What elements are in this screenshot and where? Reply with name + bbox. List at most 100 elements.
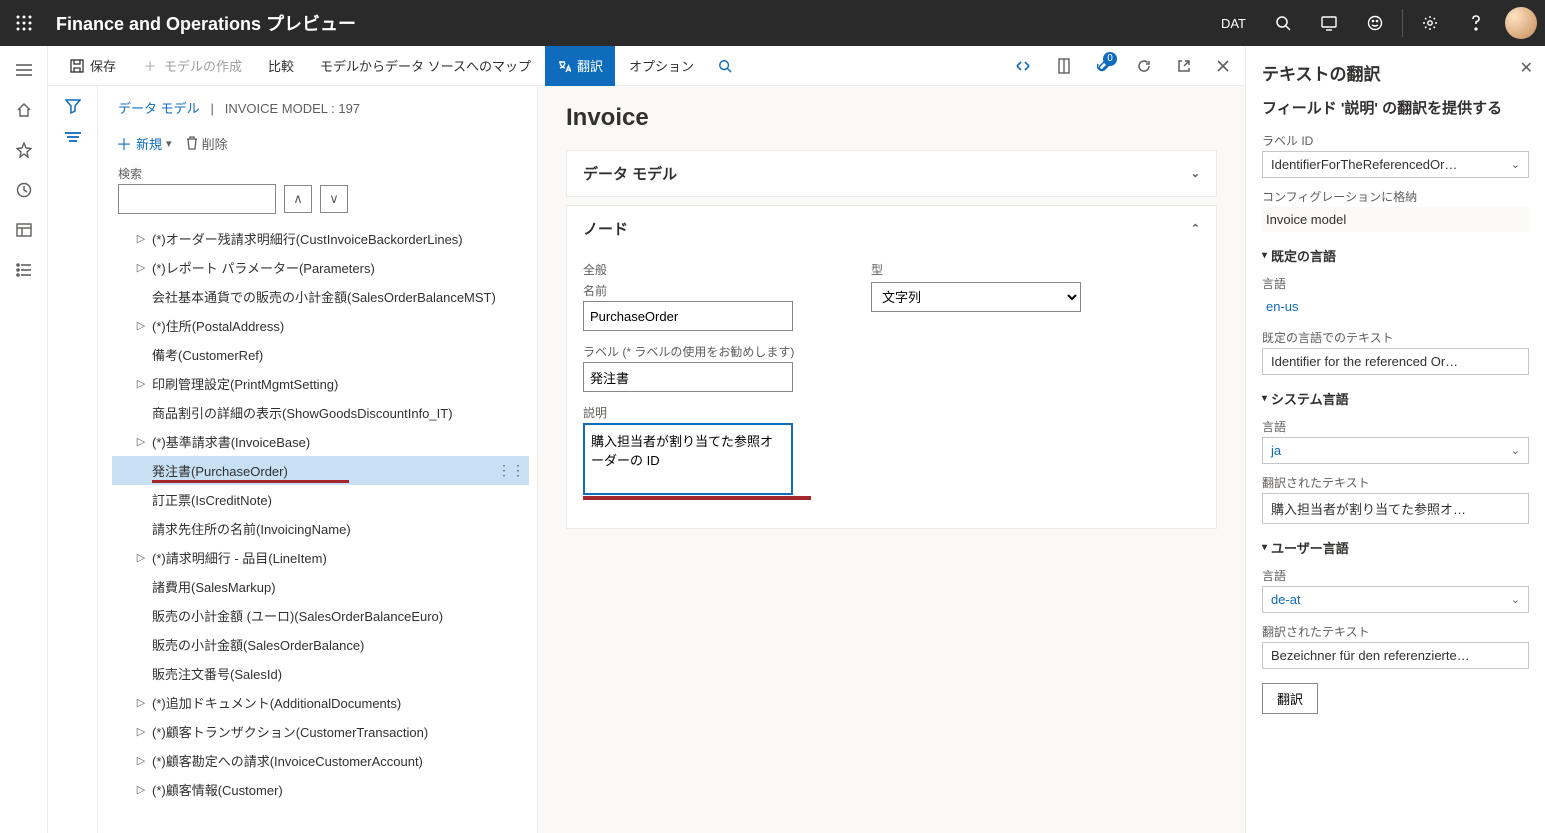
breadcrumb-root[interactable]: データ モデル	[118, 101, 200, 116]
popout-icon[interactable]	[1167, 46, 1201, 86]
list-icon[interactable]	[0, 250, 48, 290]
filter-icon[interactable]	[65, 98, 81, 117]
name-input[interactable]	[583, 301, 793, 331]
home-icon[interactable]	[0, 90, 48, 130]
label-input[interactable]	[583, 362, 793, 392]
tree-item[interactable]: 請求先住所の名前(InvoicingName)	[112, 514, 529, 543]
search-input[interactable]	[118, 184, 276, 214]
label-label: ラベル (* ラベルの使用をお勧めします)	[583, 343, 811, 360]
tree-item[interactable]: 発注書(PurchaseOrder)⋮⋮	[112, 456, 529, 485]
close-form-icon[interactable]	[1207, 46, 1239, 86]
system-lang-section[interactable]: システム言語	[1262, 389, 1529, 408]
tree-item[interactable]: 諸費用(SalesMarkup)	[112, 572, 529, 601]
gear-icon[interactable]	[1407, 0, 1453, 46]
tree-item[interactable]: 備考(CustomerRef)	[112, 340, 529, 369]
expand-icon[interactable]: ▷	[134, 435, 148, 448]
expand-icon[interactable]: ▷	[134, 319, 148, 332]
expand-icon[interactable]: ▷	[134, 754, 148, 767]
attachments-icon[interactable]: 0	[1087, 46, 1121, 86]
tree-item[interactable]: ▷ (*)請求明細行 - 品目(LineItem)	[112, 543, 529, 572]
cmdbar-search-icon[interactable]	[708, 46, 742, 86]
tree-item[interactable]: ▷(*)オーダー残請求明細行(CustInvoiceBackorderLines…	[112, 224, 529, 253]
company-label[interactable]: DAT	[1207, 16, 1260, 31]
type-select[interactable]: 文字列	[871, 282, 1081, 312]
tree-item[interactable]: 商品割引の詳細の表示(ShowGoodsDiscountInfo_IT)	[112, 398, 529, 427]
tree-item-label: 販売注文番号(SalesId)	[152, 664, 282, 683]
clock-icon[interactable]	[0, 170, 48, 210]
tree-item[interactable]: 販売注文番号(SalesId)	[112, 659, 529, 688]
lines-icon[interactable]	[65, 131, 81, 146]
save-button[interactable]: 保存	[58, 46, 128, 86]
tree-item[interactable]: ▷ (*)レポート パラメーター(Parameters)	[112, 253, 529, 282]
connector-icon[interactable]	[1005, 46, 1041, 86]
user-lang-section[interactable]: ユーザー言語	[1262, 538, 1529, 557]
user-lang-dropdown[interactable]: de-at⌄	[1262, 586, 1529, 613]
expand-icon[interactable]: ▷	[134, 696, 148, 709]
create-model-button[interactable]: ＋ モデルの作成	[130, 46, 254, 86]
close-icon[interactable]: ✕	[1520, 58, 1533, 78]
star-icon[interactable]	[0, 130, 48, 170]
map-to-ds-label: モデルからデータ ソースへのマップ	[320, 56, 531, 75]
tree-item[interactable]: 訂正票(IsCreditNote)	[112, 485, 529, 514]
translated-label: 翻訳されたテキスト	[1262, 623, 1529, 640]
translate-action-button[interactable]: 翻訳	[1262, 683, 1318, 714]
help-icon[interactable]	[1453, 0, 1499, 46]
tree-item[interactable]: 販売の小計金額(SalesOrderBalance)	[112, 630, 529, 659]
translate-button[interactable]: 翻訳	[545, 46, 615, 86]
chevron-up-icon: ⌃	[1191, 222, 1200, 235]
tree-item[interactable]: 販売の小計金額 (ユーロ)(SalesOrderBalanceEuro)	[112, 601, 529, 630]
tree-item-label: (*)基準請求書(InvoiceBase)	[152, 432, 310, 451]
search-next-icon[interactable]: ∨	[320, 185, 348, 213]
options-button[interactable]: オプション	[617, 46, 706, 86]
new-label: 新規	[136, 134, 162, 153]
grip-icon[interactable]: ⋮⋮	[497, 462, 525, 479]
new-node-button[interactable]: ＋ 新規 ▾	[116, 131, 172, 155]
badge-count: 0	[1103, 52, 1117, 66]
expand-icon[interactable]: ▷	[134, 232, 148, 245]
chevron-down-icon: ▾	[166, 137, 172, 150]
default-lang-value[interactable]: en-us	[1262, 294, 1529, 319]
tree-item-label: (*)請求明細行 - 品目(LineItem)	[152, 548, 327, 567]
avatar[interactable]	[1505, 7, 1537, 39]
hamburger-icon[interactable]	[0, 50, 48, 90]
app-launcher-icon[interactable]	[0, 15, 48, 31]
card-node-header[interactable]: ノード ⌃	[567, 206, 1216, 251]
tree-item[interactable]: ▷ (*)基準請求書(InvoiceBase)	[112, 427, 529, 456]
expand-icon[interactable]: ▷	[134, 783, 148, 796]
expand-icon[interactable]: ▷	[134, 551, 148, 564]
tree-item[interactable]: ▷(*)顧客情報(Customer)	[112, 775, 529, 804]
breadcrumb-sep: |	[210, 101, 213, 116]
office-icon[interactable]	[1047, 46, 1081, 86]
system-text-input[interactable]: 購入担当者が割り当てた参照オ…	[1262, 493, 1529, 524]
workspace-icon[interactable]	[0, 210, 48, 250]
default-text-input[interactable]: Identifier for the referenced Or…	[1262, 348, 1529, 375]
tree-item[interactable]: ▷(*)住所(PostalAddress)	[112, 311, 529, 340]
expand-icon[interactable]: ▷	[134, 377, 148, 390]
tree-item[interactable]: 会社基本通貨での販売の小計金額(SalesOrderBalanceMST)	[112, 282, 529, 311]
monitor-icon[interactable]	[1306, 0, 1352, 46]
user-text-input[interactable]: Bezeichner für den referenzierte…	[1262, 642, 1529, 669]
expand-icon[interactable]: ▷	[134, 261, 148, 274]
delete-node-button[interactable]: 削除	[186, 134, 228, 153]
expand-icon[interactable]: ▷	[134, 725, 148, 738]
plus-icon: ＋	[142, 58, 158, 74]
compare-button[interactable]: 比較	[256, 46, 306, 86]
tree-item[interactable]: ▷(*)追加ドキュメント(AdditionalDocuments)	[112, 688, 529, 717]
smiley-icon[interactable]	[1352, 0, 1398, 46]
tree-item[interactable]: ▷(*)顧客勘定への請求(InvoiceCustomerAccount)	[112, 746, 529, 775]
map-to-datasource-button[interactable]: モデルからデータ ソースへのマップ	[308, 46, 543, 86]
search-prev-icon[interactable]: ∧	[284, 185, 312, 213]
refresh-icon[interactable]	[1127, 46, 1161, 86]
labelid-dropdown[interactable]: IdentifierForTheReferencedOr…⌄	[1262, 151, 1529, 178]
lang-label: 言語	[1262, 567, 1529, 584]
default-lang-section[interactable]: 既定の言語	[1262, 246, 1529, 265]
name-label: 名前	[583, 282, 811, 299]
tree-item[interactable]: ▷(*)顧客トランザクション(CustomerTransaction)	[112, 717, 529, 746]
tree-item[interactable]: ▷印刷管理設定(PrintMgmtSetting)	[112, 369, 529, 398]
tree-item-label: 訂正票(IsCreditNote)	[152, 490, 272, 509]
desc-input[interactable]	[583, 423, 793, 495]
card-data-model-header[interactable]: データ モデル ⌄	[567, 151, 1216, 196]
search-icon[interactable]	[1260, 0, 1306, 46]
system-lang-dropdown[interactable]: ja⌄	[1262, 437, 1529, 464]
tree-item-label: (*)レポート パラメーター(Parameters)	[152, 258, 375, 277]
